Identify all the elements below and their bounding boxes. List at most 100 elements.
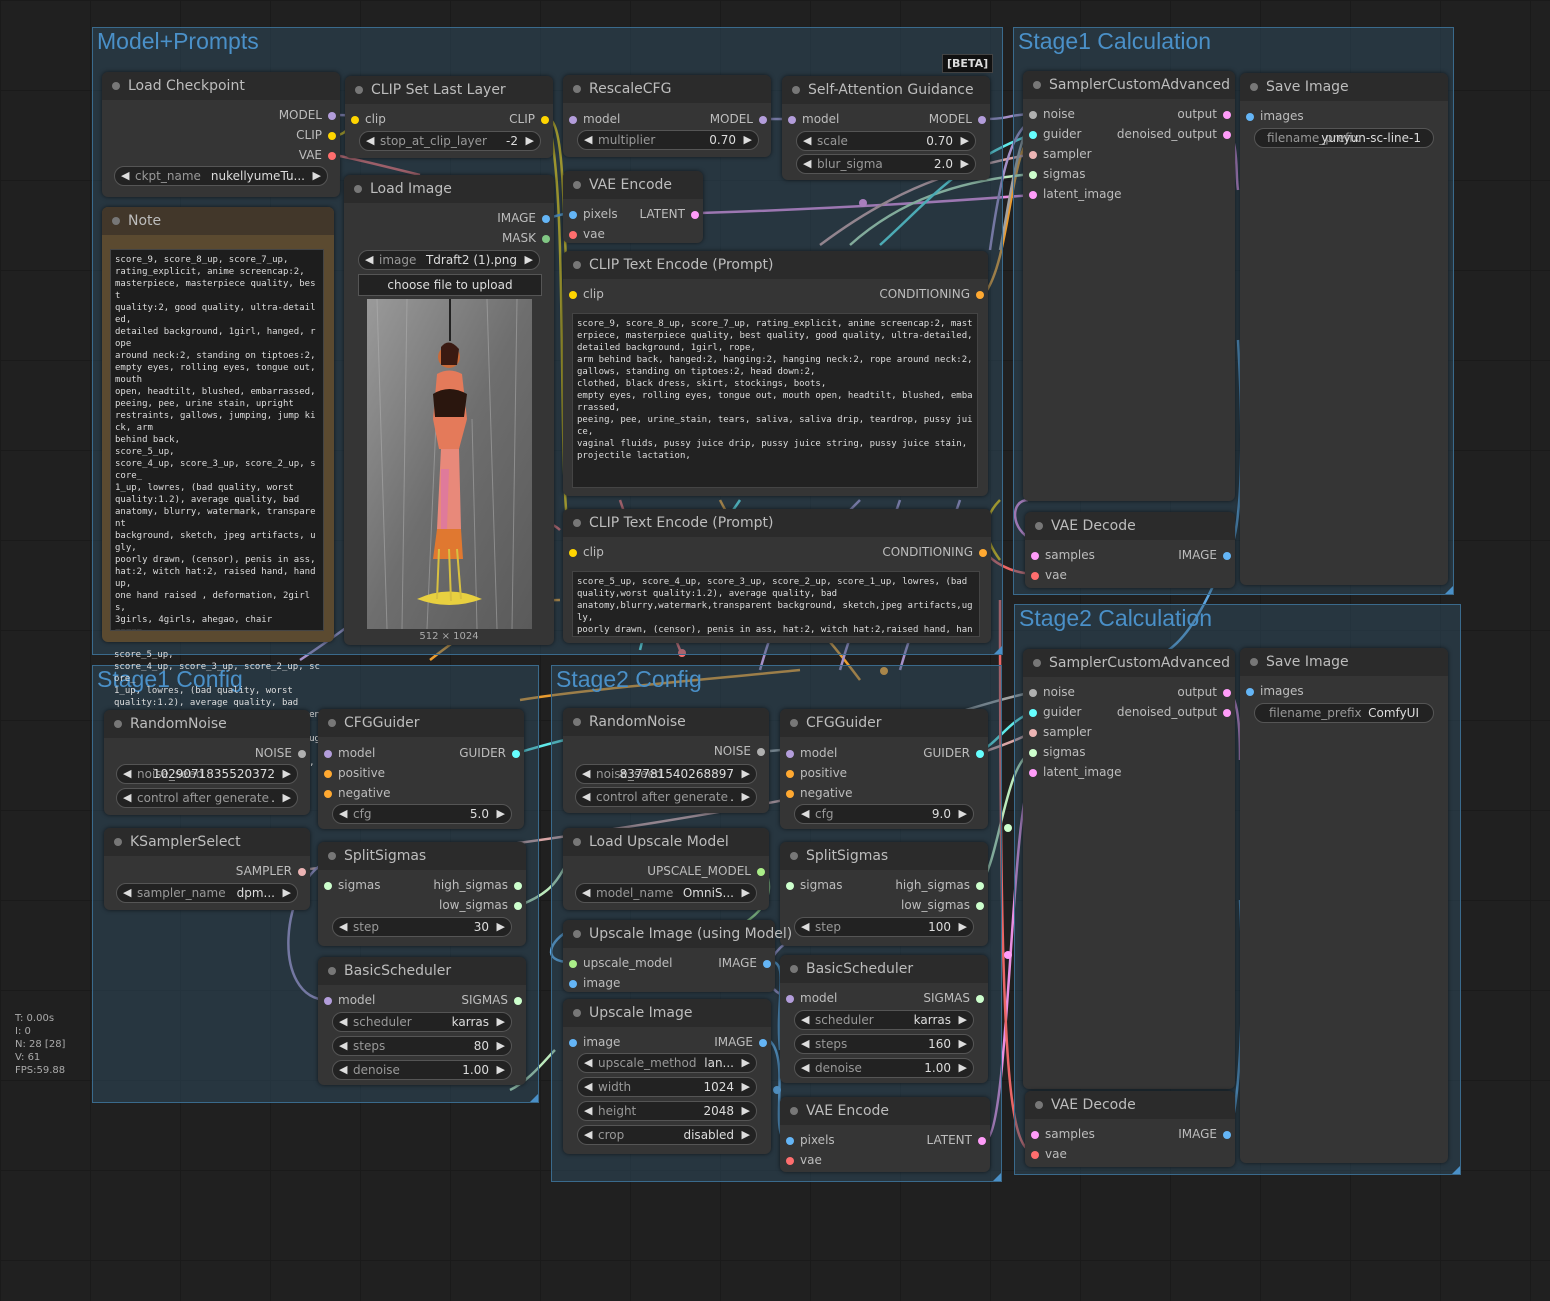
node-title[interactable]: CLIP Set Last Layer	[345, 76, 553, 104]
socket-dot[interactable]	[1029, 748, 1037, 757]
arrow-left-icon[interactable]: ◀	[582, 790, 590, 803]
node-basic-scheduler[interactable]: BasicScheduler model SIGMAS ◀ scheduler ka…	[318, 957, 526, 1085]
arrow-right-icon[interactable]: ▶	[742, 1128, 750, 1141]
arrow-right-icon[interactable]: ▶	[961, 134, 969, 147]
output-low-sigmas[interactable]: low_sigmas	[439, 898, 522, 912]
cfg-number[interactable]: ◀ cfg 9.0 ▶	[794, 804, 974, 824]
node-title[interactable]: Save Image	[1240, 648, 1448, 676]
socket-dot[interactable]	[788, 115, 796, 124]
node-title[interactable]: BasicScheduler	[318, 957, 526, 985]
input-sigmas[interactable]: sigmas	[1029, 745, 1086, 759]
socket-dot[interactable]	[1029, 688, 1037, 697]
socket-dot[interactable]	[514, 996, 522, 1005]
output-model[interactable]: MODEL	[710, 112, 767, 126]
arrow-right-icon[interactable]: ▶	[283, 767, 291, 780]
crop-combo[interactable]: ◀ crop disabled ▶	[577, 1125, 757, 1145]
input-vae[interactable]: vae	[569, 227, 605, 241]
noise-seed-number[interactable]: ◀ noise_seed 837781540268897 ▶	[575, 764, 757, 784]
control-after-generate-combo[interactable]: ◀ control after generate. ▶	[116, 788, 298, 808]
group-resize-handle[interactable]	[1445, 586, 1453, 594]
socket-dot[interactable]	[1029, 728, 1037, 737]
noise-seed-number[interactable]: ◀ noise_seed 1029071835520372 ▶	[116, 764, 298, 784]
prompt-textarea[interactable]: score_5_up, score_4_up, score_3_up, scor…	[572, 571, 980, 637]
collapse-dot[interactable]	[114, 838, 122, 846]
input-vae[interactable]: vae	[786, 1153, 822, 1167]
output-sampler[interactable]: SAMPLER	[236, 864, 306, 878]
node-title[interactable]: SamplerCustomAdvanced	[1023, 71, 1235, 99]
socket-dot[interactable]	[324, 881, 332, 890]
output-latent[interactable]: LATENT	[640, 207, 699, 221]
arrow-right-icon[interactable]: ▶	[283, 791, 291, 804]
scale-number[interactable]: ◀ scale 0.70 ▶	[796, 131, 976, 151]
socket-dot[interactable]	[328, 151, 336, 160]
input-model[interactable]: model	[786, 746, 837, 760]
socket-dot[interactable]	[786, 1136, 794, 1145]
socket-dot[interactable]	[569, 290, 577, 299]
node-title[interactable]: SplitSigmas	[318, 842, 526, 870]
arrow-right-icon[interactable]: ▶	[742, 767, 750, 780]
socket-dot[interactable]	[569, 210, 577, 219]
output-conditioning[interactable]: CONDITIONING	[882, 545, 987, 559]
collapse-dot[interactable]	[1033, 81, 1041, 89]
arrow-right-icon[interactable]: ▶	[742, 1056, 750, 1069]
node-title[interactable]: Load Image	[344, 175, 554, 203]
input-sampler[interactable]: sampler	[1029, 725, 1092, 739]
socket-dot[interactable]	[569, 1038, 577, 1047]
output-guider[interactable]: GUIDER	[923, 746, 984, 760]
output-clip[interactable]: CLIP	[296, 128, 336, 142]
socket-dot[interactable]	[1031, 1150, 1039, 1159]
socket-dot[interactable]	[569, 230, 577, 239]
steps-number[interactable]: ◀ steps 80 ▶	[332, 1036, 512, 1056]
input-clip[interactable]: clip	[569, 545, 604, 559]
arrow-left-icon[interactable]: ◀	[584, 133, 592, 146]
collapse-dot[interactable]	[1250, 658, 1258, 666]
arrow-left-icon[interactable]: ◀	[801, 1013, 809, 1026]
input-noise[interactable]: noise	[1029, 107, 1075, 121]
input-samples[interactable]: samples	[1031, 548, 1095, 562]
input-clip[interactable]: clip	[351, 112, 386, 126]
input-images[interactable]: images	[1246, 109, 1304, 123]
prompt-textarea[interactable]: score_9, score_8_up, score_7_up, rating_…	[572, 313, 978, 488]
arrow-right-icon[interactable]: ▶	[959, 920, 967, 933]
socket-dot[interactable]	[1223, 1130, 1231, 1139]
input-guider[interactable]: guider	[1029, 705, 1082, 719]
node-cfg-guider-2[interactable]: CFGGuider model positive negative GUIDER…	[780, 709, 988, 829]
input-negative[interactable]: negative	[786, 786, 852, 800]
arrow-right-icon[interactable]: ▶	[742, 886, 750, 899]
node-clip-set-last-layer[interactable]: CLIP Set Last Layer clip CLIP ◀ stop_at_c…	[345, 76, 553, 158]
height-number[interactable]: ◀ height 2048 ▶	[577, 1101, 757, 1121]
input-upscale-model[interactable]: upscale_model	[569, 956, 673, 970]
group-resize-handle[interactable]	[993, 1173, 1001, 1181]
socket-dot[interactable]	[1223, 130, 1231, 139]
stop-at-clip-layer-number[interactable]: ◀ stop_at_clip_layer -2 ▶	[359, 131, 541, 151]
socket-dot[interactable]	[569, 548, 577, 557]
step-number[interactable]: ◀ step 30 ▶	[332, 917, 512, 937]
node-load-image[interactable]: Load Image IMAGE MASK ◀ image Tdraft2 (1).…	[344, 175, 554, 645]
control-after-generate-combo[interactable]: ◀ control after generate. ▶	[575, 787, 757, 807]
node-title[interactable]: VAE Decode	[1025, 512, 1235, 540]
output-image[interactable]: IMAGE	[1178, 1127, 1231, 1141]
arrow-left-icon[interactable]: ◀	[339, 1039, 347, 1052]
arrow-left-icon[interactable]: ◀	[582, 886, 590, 899]
collapse-dot[interactable]	[112, 82, 120, 90]
scheduler-combo[interactable]: ◀ scheduler karras ▶	[794, 1010, 974, 1030]
output-high-sigmas[interactable]: high_sigmas	[433, 878, 522, 892]
socket-dot[interactable]	[1029, 190, 1037, 199]
socket-dot[interactable]	[786, 994, 794, 1003]
cfg-number[interactable]: ◀ cfg 5.0 ▶	[332, 804, 512, 824]
input-model[interactable]: model	[788, 112, 839, 126]
input-images[interactable]: images	[1246, 684, 1304, 698]
input-sigmas[interactable]: sigmas	[1029, 167, 1086, 181]
node-vae-encode-2[interactable]: VAE Encode pixels vae LATENT	[780, 1097, 990, 1172]
input-latent-image[interactable]: latent_image	[1029, 187, 1121, 201]
arrow-left-icon[interactable]: ◀	[123, 767, 131, 780]
input-positive[interactable]: positive	[786, 766, 847, 780]
arrow-left-icon[interactable]: ◀	[803, 134, 811, 147]
input-clip[interactable]: clip	[569, 287, 604, 301]
arrow-left-icon[interactable]: ◀	[801, 1037, 809, 1050]
node-vae-encode[interactable]: VAE Encode pixels vae LATENT	[563, 171, 703, 243]
note-text[interactable]: score_9, score_8_up, score_7_up, rating_…	[110, 249, 324, 631]
node-self-attention-guidance[interactable]: Self-Attention Guidance model MODEL ◀ sca…	[782, 76, 990, 180]
collapse-dot[interactable]	[573, 85, 581, 93]
arrow-left-icon[interactable]: ◀	[365, 253, 373, 266]
